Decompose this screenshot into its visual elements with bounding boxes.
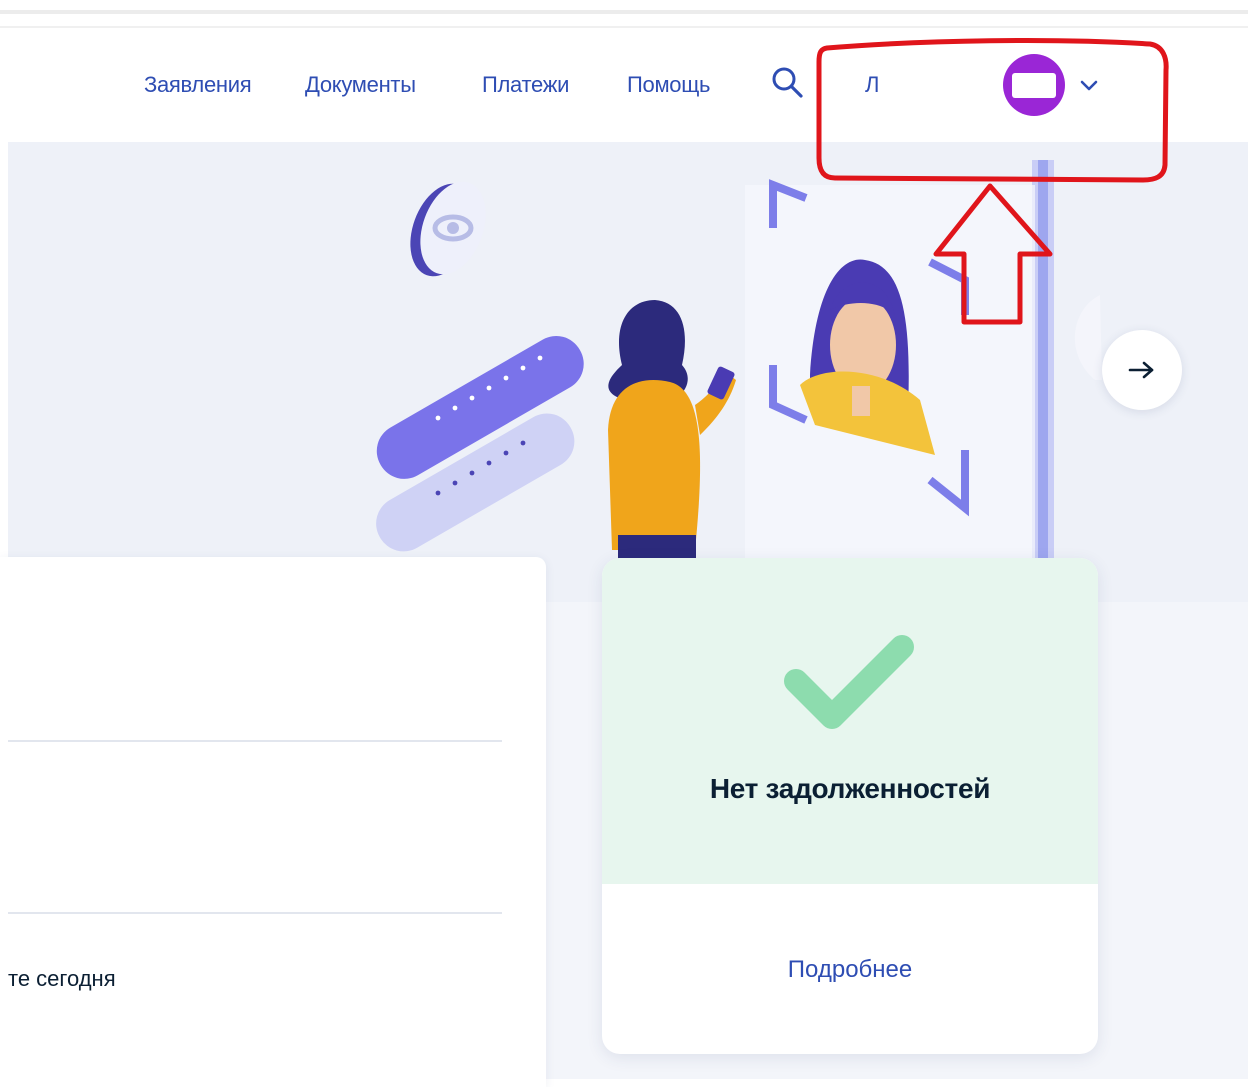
check-icon (784, 635, 914, 729)
nav-link-help[interactable]: Помощь (627, 72, 710, 98)
arrow-right-icon (1128, 361, 1154, 379)
banner-illustration (376, 160, 1102, 560)
nav-link-payments[interactable]: Платежи (482, 72, 569, 98)
search-icon[interactable] (768, 64, 806, 102)
user-initial[interactable]: Л (865, 72, 879, 98)
nav-link-documents[interactable]: Документы (305, 72, 416, 98)
avatar[interactable] (1001, 54, 1067, 116)
debt-status-title: Нет задолженностей (709, 773, 991, 804)
debt-status-header: Нет задолженностей (602, 558, 1098, 884)
divider (8, 912, 502, 914)
more-details-link[interactable]: Подробнее (602, 956, 1098, 984)
divider (8, 740, 502, 742)
nav-link-applications[interactable]: Заявления (144, 72, 252, 98)
chevron-down-icon[interactable] (1078, 74, 1100, 96)
top-border (0, 10, 1248, 14)
info-card-text: те сегодня (8, 966, 116, 991)
debt-status-card: Нет задолженностей Подробнее (602, 558, 1098, 1054)
next-slide-button[interactable] (1102, 330, 1182, 410)
info-card (0, 557, 546, 1087)
